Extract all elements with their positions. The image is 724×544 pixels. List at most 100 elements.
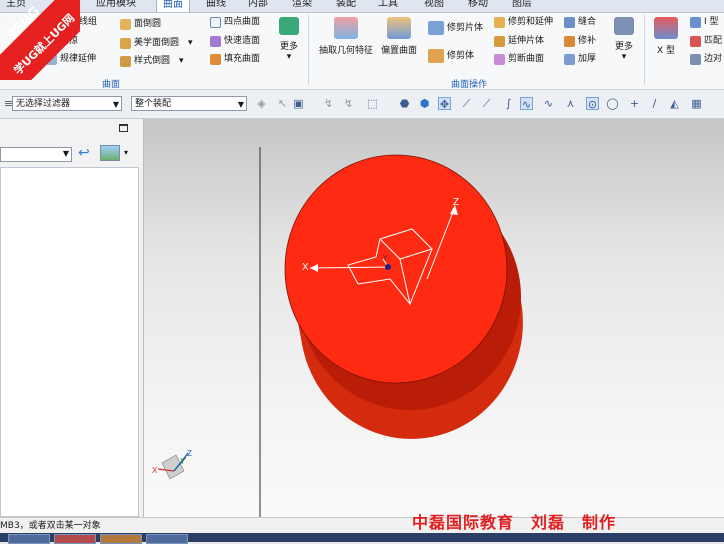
- navigator-tree[interactable]: [0, 167, 139, 517]
- tab-curve[interactable]: 曲线: [206, 0, 226, 12]
- tab-render[interactable]: 渲染: [292, 0, 312, 12]
- sew-icon: [564, 16, 575, 28]
- tab-application[interactable]: 应用模块: [96, 0, 136, 12]
- edge-symmetry-icon: [690, 53, 701, 65]
- model-view: X Z Y X Y Z: [152, 147, 523, 517]
- end-point-icon[interactable]: ⟋: [460, 97, 473, 110]
- corner-y-label: Y: [180, 457, 186, 466]
- divide-face-button[interactable]: 剪断曲面: [494, 52, 544, 66]
- tab-layer[interactable]: 图层: [512, 0, 532, 12]
- spline-icon[interactable]: ∿: [542, 97, 555, 110]
- taskbar-app[interactable]: [8, 534, 50, 544]
- os-taskbar: [0, 533, 724, 544]
- tab-assembly[interactable]: 装配: [336, 0, 356, 12]
- ribbon: 通过曲线组 扫掠 规律延伸 面倒圆 美学面倒圆▾ 样式倒圆▾ 四点曲面 快速造面…: [0, 13, 724, 90]
- fill-surface-icon: [210, 53, 221, 65]
- curve-icon[interactable]: ∫: [502, 97, 515, 110]
- chevron-down-icon: ▼: [112, 100, 119, 109]
- divide-face-icon: [494, 53, 505, 65]
- chevron-down-icon: ▼: [237, 100, 244, 109]
- taskbar-app[interactable]: [100, 534, 142, 544]
- match-edge-button[interactable]: 匹配: [690, 34, 722, 48]
- author-credit: 中磊国际教育 刘磊 制作: [412, 513, 617, 532]
- mid-point-icon[interactable]: ⟋: [480, 97, 493, 110]
- surface-more-button[interactable]: 更多 ▾: [274, 17, 304, 62]
- aesthetic-blend-icon: [120, 37, 131, 49]
- snap-point-icon[interactable]: ✥: [438, 97, 451, 111]
- styled-blend-icon: [120, 55, 131, 67]
- control-point-icon[interactable]: ∿: [520, 97, 533, 111]
- triad-x-label: X: [302, 262, 309, 273]
- chevron-down-icon[interactable]: ▾: [124, 148, 128, 157]
- feature-select-icon[interactable]: ↖: [276, 97, 289, 110]
- aesthetic-face-blend-button[interactable]: 美学面倒圆 ▾: [120, 36, 193, 50]
- trim-sheet-button[interactable]: 修剪片体: [428, 21, 483, 35]
- site-watermark-badge: 9SUG 学UG就上UG网: [0, 0, 80, 80]
- styled-blend-button[interactable]: 样式倒圆 ▾: [120, 54, 184, 68]
- chevron-down-icon: ▾: [188, 38, 193, 48]
- navigator-filter-dropdown[interactable]: ▼: [0, 147, 72, 162]
- group-label-surface-ops: 曲面操作: [451, 80, 488, 90]
- chevron-down-icon: ▼: [62, 149, 69, 158]
- point-on-face-icon[interactable]: ◭: [668, 97, 681, 110]
- existing-point-icon[interactable]: +: [628, 97, 641, 110]
- tab-move[interactable]: 移动: [468, 0, 488, 12]
- status-prompt: MB3，或者双击某一对象: [0, 521, 101, 531]
- general-select-icon[interactable]: ◈: [255, 97, 268, 110]
- more-icon: [279, 17, 299, 35]
- cylinder-top-face[interactable]: [284, 154, 508, 384]
- taskbar-app[interactable]: [54, 534, 96, 544]
- deselect-icon[interactable]: ↯: [322, 97, 335, 110]
- i-form-icon: [690, 16, 701, 28]
- selection-toolbar: ≡ 无选择过滤器 ▼ 整个装配 ▼ ◈ ↖ ▣ ↯ ↯ ⬚ ⬣ ⬢ ✥ ⟋ ⟋ ∫ …: [0, 90, 724, 119]
- extract-geometry-button[interactable]: 抽取几何特征: [316, 17, 376, 56]
- picture-icon[interactable]: [100, 145, 120, 161]
- selection-filter-dropdown[interactable]: 无选择过滤器 ▼: [12, 96, 122, 111]
- chevron-down-icon: ▾: [286, 52, 292, 62]
- face-blend-button[interactable]: 面倒圆: [120, 17, 161, 31]
- offset-surface-button[interactable]: 偏置曲面: [378, 17, 420, 56]
- thicken-icon: [564, 53, 575, 65]
- x-form-button[interactable]: X 型: [650, 17, 682, 56]
- extend-sheet-button[interactable]: 延伸片体: [494, 34, 544, 48]
- rapid-surfacing-button[interactable]: 快速造面: [210, 34, 260, 48]
- navigator-panel: ▼ ↩ ▾: [0, 119, 144, 517]
- intersection-icon[interactable]: ⋏: [564, 97, 577, 110]
- select-feature-chain-icon[interactable]: ↯: [342, 97, 355, 110]
- sheet-body-icon[interactable]: ⬢: [418, 97, 431, 110]
- surface-ops-more-button[interactable]: 更多 ▾: [610, 17, 638, 62]
- quadrant-icon[interactable]: ◯: [606, 97, 619, 110]
- rectangle-select-icon[interactable]: ⬚: [366, 97, 379, 110]
- sew-button[interactable]: 缝合: [564, 15, 596, 29]
- tab-tools[interactable]: 工具: [378, 0, 398, 12]
- fill-surface-button[interactable]: 填充曲面: [210, 52, 260, 66]
- bounded-grid-icon[interactable]: ▦: [690, 97, 703, 110]
- back-arrow-icon[interactable]: ↩: [78, 145, 90, 161]
- trim-body-icon: [428, 49, 444, 63]
- four-point-surface-button[interactable]: 四点曲面: [210, 15, 260, 29]
- trim-and-extend-button[interactable]: 修剪和延伸: [494, 15, 553, 29]
- offset-surface-icon: [387, 17, 411, 39]
- edge-symmetry-button[interactable]: 边对: [690, 52, 722, 66]
- tab-surface[interactable]: 曲面: [156, 0, 190, 12]
- trim-body-button[interactable]: 修剪体: [428, 49, 474, 63]
- tab-internal[interactable]: 内部: [248, 0, 268, 12]
- group-separator: [644, 15, 645, 85]
- patch-button[interactable]: 修补: [564, 34, 596, 48]
- point-on-curve-icon[interactable]: /: [648, 97, 661, 110]
- arc-center-icon[interactable]: ⊙: [586, 97, 599, 111]
- tab-view[interactable]: 视图: [424, 0, 444, 12]
- rapid-surface-icon: [210, 35, 221, 47]
- solid-body-icon[interactable]: ⬣: [398, 97, 411, 110]
- select-by-class-icon[interactable]: ▣: [292, 97, 305, 110]
- corner-z-label: Z: [187, 449, 192, 458]
- i-form-button[interactable]: I 型: [690, 15, 719, 29]
- maximize-icon[interactable]: [119, 124, 128, 132]
- graphics-window[interactable]: X Z Y X Y Z: [144, 119, 724, 517]
- thicken-button[interactable]: 加厚: [564, 52, 596, 66]
- match-edge-icon: [690, 35, 701, 47]
- selection-scope-dropdown[interactable]: 整个装配 ▼: [131, 96, 247, 111]
- ribbon-tab-bar: 主页 分析 应用模块 曲面 曲线 内部 渲染 装配 工具 视图 移动 图层: [0, 0, 724, 13]
- corner-x-label: X: [152, 466, 158, 475]
- taskbar-app[interactable]: [146, 534, 188, 544]
